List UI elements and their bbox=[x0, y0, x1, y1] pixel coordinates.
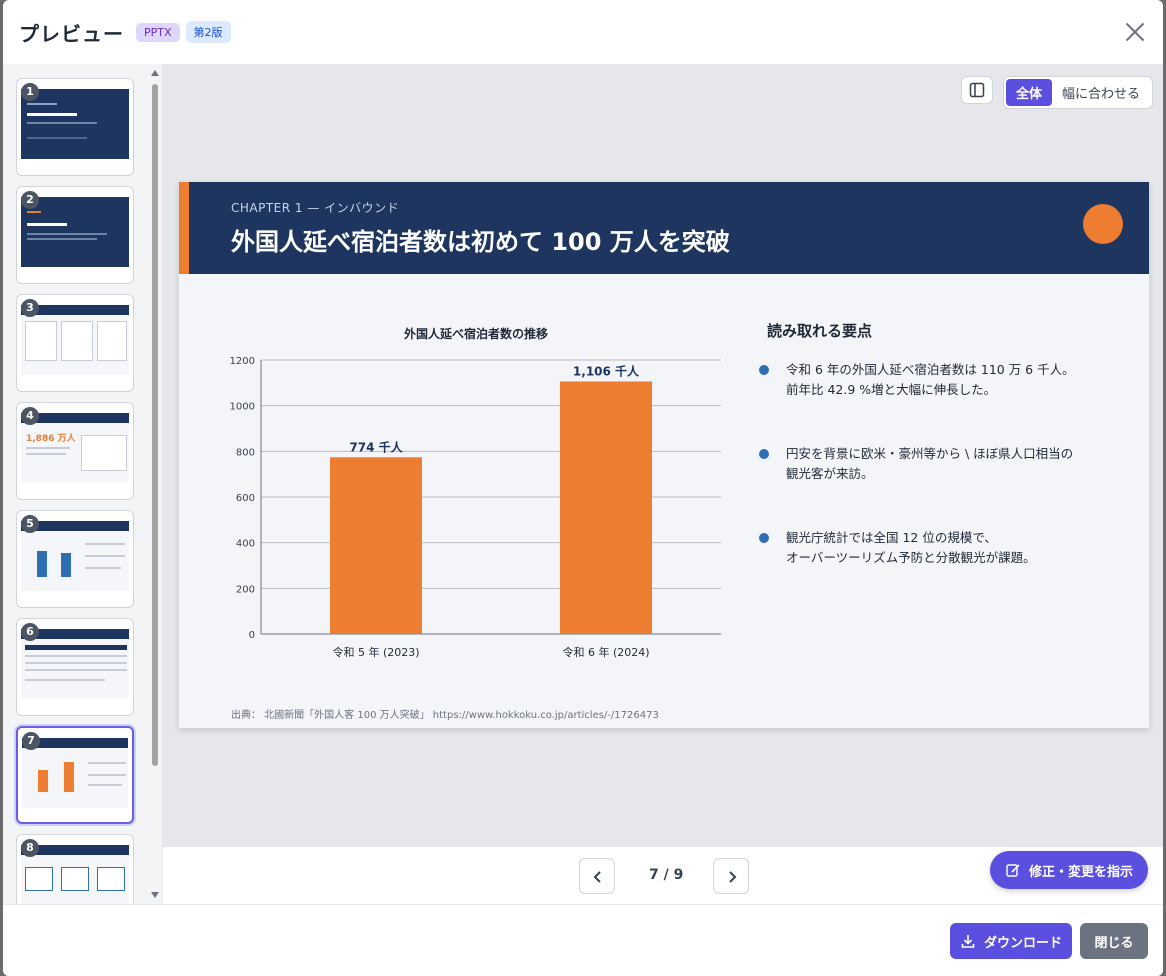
key-point-line2: オーバーツーリズム予防と分散観光が課題。 bbox=[786, 550, 1036, 565]
key-point-line2: 観光客が来訪。 bbox=[786, 466, 874, 481]
y-tick-label: 1000 bbox=[230, 402, 255, 413]
bullet-dot bbox=[759, 449, 769, 459]
thumbnail-5[interactable]: 5 bbox=[16, 510, 134, 608]
zoom-mode-toggle: 全体 幅に合わせる bbox=[1002, 76, 1153, 109]
preview-area: 全体 幅に合わせる CHAPTER 1 — インバウンド 外国人延べ宿泊者数は初… bbox=[163, 64, 1163, 904]
thumbnail-preview bbox=[21, 629, 129, 699]
chevron-left-icon bbox=[593, 871, 601, 883]
thumbnail-preview bbox=[21, 845, 129, 904]
instruct-edit-button[interactable]: 修正・変更を指示 bbox=[990, 851, 1148, 889]
prev-slide-button[interactable] bbox=[579, 858, 615, 894]
thumbnail-number: 1 bbox=[21, 83, 39, 101]
y-tick-label: 600 bbox=[236, 493, 255, 504]
thumbnail-4[interactable]: 4 1,886 万人 bbox=[16, 402, 134, 500]
thumbnail-preview: 1,886 万人 bbox=[21, 413, 129, 483]
bar-chart-svg: 外国人延べ宿泊者数の推移 0 200 400 600 800 1000 1200 774 千… bbox=[230, 326, 721, 659]
thumbnail-preview bbox=[21, 197, 129, 267]
page-indicator: 7 / 9 bbox=[649, 867, 684, 883]
format-badge: PPTX bbox=[136, 22, 180, 42]
bar-chart: 外国人延べ宿泊者数の推移 0 200 400 600 800 1000 1200 774 千… bbox=[219, 312, 739, 672]
key-points-title: 読み取れる要点 bbox=[767, 322, 873, 340]
version-badge: 第2版 bbox=[185, 21, 231, 43]
thumbnail-3[interactable]: 3 bbox=[16, 294, 134, 392]
thumbnail-7[interactable]: 7 bbox=[16, 726, 134, 824]
scrollbar-thumb[interactable] bbox=[152, 84, 158, 766]
sidebar-toggle-button[interactable] bbox=[960, 76, 993, 104]
bar-data-label: 774 千人 bbox=[349, 439, 403, 454]
key-point-line1: 円安を背景に欧米・豪州等から \ ほぼ県人口相当の bbox=[786, 446, 1074, 461]
decorative-circle bbox=[1083, 204, 1123, 244]
y-tick-label: 0 bbox=[249, 630, 255, 641]
thumbnail-1[interactable]: 1 bbox=[16, 78, 134, 176]
thumbnail-preview bbox=[21, 89, 129, 159]
download-button[interactable]: ダウンロード bbox=[950, 923, 1072, 959]
preview-modal: プレビュー PPTX 第2版 1 2 3 4 1,886 万人 5 6 7 8 … bbox=[3, 0, 1163, 976]
zoom-fit-width-option[interactable]: 幅に合わせる bbox=[1052, 79, 1150, 106]
close-button[interactable]: 閉じる bbox=[1080, 923, 1148, 959]
slide-thumbnail-list[interactable]: 1 2 3 4 1,886 万人 5 6 7 8 bbox=[3, 64, 163, 904]
x-category-label: 令和 5 年 (2023) bbox=[332, 645, 419, 659]
thumbnail-number: 6 bbox=[21, 623, 39, 641]
bar-data-label: 1,106 千人 bbox=[573, 363, 640, 378]
y-tick-label: 400 bbox=[236, 539, 255, 550]
x-category-label: 令和 6 年 (2024) bbox=[562, 645, 649, 659]
zoom-full-option[interactable]: 全体 bbox=[1005, 79, 1052, 106]
modal-header: プレビュー PPTX 第2版 bbox=[3, 0, 1163, 64]
thumbnail-number: 5 bbox=[21, 515, 39, 533]
thumbnail-number: 8 bbox=[21, 839, 39, 857]
y-tick-label: 1200 bbox=[230, 356, 255, 367]
close-icon[interactable] bbox=[1121, 18, 1149, 46]
instruct-edit-label: 修正・変更を指示 bbox=[1028, 864, 1133, 880]
slide-source: 出典： 北國新聞「外国人客 100 万人突破」 https://www.hokk… bbox=[231, 710, 659, 721]
slide-chapter: CHAPTER 1 — インバウンド bbox=[231, 201, 400, 215]
key-point-line1: 観光庁統計では全国 12 位の規模で、 bbox=[786, 530, 997, 545]
thumbnail-preview bbox=[21, 305, 129, 375]
key-point: 観光庁統計では全国 12 位の規模で、 オーバーツーリズム予防と分散観光が課題。 bbox=[759, 528, 1089, 568]
bullet-dot bbox=[759, 533, 769, 543]
thumbnail-number: 7 bbox=[22, 732, 40, 750]
chart-title: 外国人延べ宿泊者数の推移 bbox=[404, 326, 548, 341]
thumbnail-number: 3 bbox=[21, 299, 39, 317]
thumbnail-2[interactable]: 2 bbox=[16, 186, 134, 284]
view-toolbar: 全体 幅に合わせる bbox=[960, 76, 1153, 109]
y-tick-label: 200 bbox=[236, 584, 255, 595]
key-point-line2: 前年比 42.9 %増と大幅に伸長した。 bbox=[786, 382, 997, 397]
slide-title: 外国人延べ宿泊者数は初めて 100 万人を突破 bbox=[231, 228, 730, 256]
slide-accent-bar bbox=[179, 182, 189, 274]
next-slide-button[interactable] bbox=[713, 858, 749, 894]
thumbnail-8[interactable]: 8 bbox=[16, 834, 134, 904]
thumbnail-6[interactable]: 6 bbox=[16, 618, 134, 716]
download-icon bbox=[961, 935, 975, 948]
thumbnail-scrollbar[interactable] bbox=[149, 64, 161, 904]
modal-title: プレビュー bbox=[19, 21, 124, 46]
slide-canvas: CHAPTER 1 — インバウンド 外国人延べ宿泊者数は初めて 100 万人を… bbox=[179, 182, 1149, 728]
key-point-line1: 令和 6 年の外国人延べ宿泊者数は 110 万 6 千人。 bbox=[786, 362, 1075, 377]
thumbnail-preview bbox=[22, 738, 128, 808]
bar bbox=[330, 457, 422, 634]
chevron-right-icon bbox=[729, 871, 737, 883]
download-label: ダウンロード bbox=[983, 935, 1062, 951]
modal-footer: ダウンロード 閉じる bbox=[3, 904, 1163, 976]
thumbnail-highlight-text: 1,886 万人 bbox=[26, 434, 76, 444]
y-tick-label: 800 bbox=[236, 447, 255, 458]
thumbnail-number: 4 bbox=[21, 407, 39, 425]
edit-icon bbox=[1006, 864, 1020, 877]
bullet-dot bbox=[759, 365, 769, 375]
thumbnail-preview bbox=[21, 521, 129, 591]
scroll-up-icon[interactable] bbox=[151, 70, 159, 76]
bar bbox=[560, 381, 652, 634]
key-point: 令和 6 年の外国人延べ宿泊者数は 110 万 6 千人。 前年比 42.9 %… bbox=[759, 360, 1089, 400]
key-point: 円安を背景に欧米・豪州等から \ ほぼ県人口相当の 観光客が来訪。 bbox=[759, 444, 1089, 484]
panel-left-icon bbox=[969, 82, 985, 98]
thumbnail-number: 2 bbox=[21, 191, 39, 209]
scroll-down-icon[interactable] bbox=[151, 892, 159, 898]
